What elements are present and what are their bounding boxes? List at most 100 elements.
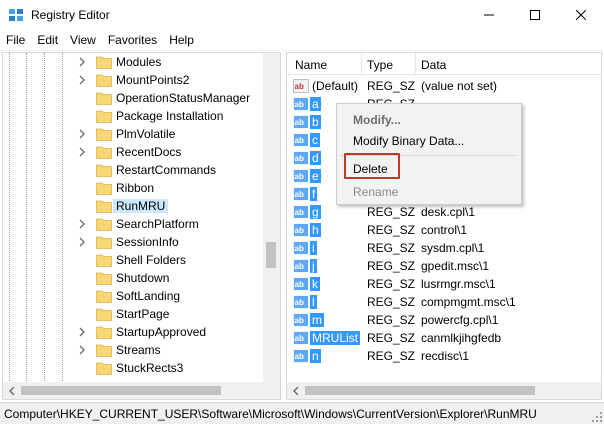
tree-item-label: PlmVolatile <box>116 127 176 141</box>
value-type: REG_SZ <box>367 331 416 345</box>
close-button[interactable] <box>558 0 604 30</box>
value-name: f <box>310 187 318 201</box>
value-row[interactable]: ab k REG_SZ lusrmgr.msc\1 <box>287 275 601 293</box>
chevron-right-icon[interactable] <box>77 236 87 248</box>
tree-item[interactable]: RestartCommands <box>3 161 265 179</box>
tree-vscroll-thumb[interactable] <box>266 242 276 268</box>
value-row[interactable]: ab h REG_SZ control\1 <box>287 221 601 239</box>
menu-item-rename: Rename <box>353 185 399 199</box>
key-tree-pane[interactable]: Modules MountPoints2 OperationStatusManage… <box>2 52 281 400</box>
column-separator[interactable] <box>415 53 416 75</box>
chevron-right-icon[interactable] <box>77 326 87 338</box>
scroll-left-arrow[interactable] <box>287 382 304 399</box>
value-name: h <box>310 223 321 237</box>
maximize-button[interactable] <box>512 0 558 30</box>
chevron-right-icon[interactable] <box>77 128 87 140</box>
folder-icon <box>96 182 112 195</box>
tree-item[interactable]: RecentDocs <box>3 143 265 161</box>
string-value-icon: ab <box>293 223 309 237</box>
value-row[interactable]: ab m REG_SZ powercfg.cpl\1 <box>287 311 601 329</box>
tree-vertical-scrollbar[interactable] <box>263 53 280 399</box>
tree-item-label: SearchPlatform <box>116 217 199 231</box>
tree-item-label: Shell Folders <box>116 253 187 267</box>
list-horizontal-scrollbar[interactable] <box>287 382 601 399</box>
chevron-right-icon[interactable] <box>77 146 87 158</box>
tree-item-label: SessionInfo <box>116 235 179 249</box>
tree-item[interactable]: StuckRects3 <box>3 359 265 377</box>
svg-text:ab: ab <box>295 208 304 217</box>
string-value-icon: ab <box>293 259 309 273</box>
menu-help[interactable]: Help <box>163 30 200 50</box>
menu-view[interactable]: View <box>64 30 102 50</box>
value-type: REG_SZ <box>367 295 416 309</box>
svg-text:ab: ab <box>295 136 304 145</box>
value-name: c <box>310 133 320 147</box>
folder-icon <box>96 344 112 357</box>
value-row[interactable]: ab n REG_SZ recdisc\1 <box>287 347 601 365</box>
svg-text:ab: ab <box>295 154 304 163</box>
tree-item[interactable]: Package Installation <box>3 107 265 125</box>
chevron-right-icon[interactable] <box>77 218 87 230</box>
window-title: Registry Editor <box>31 8 110 22</box>
tree-item[interactable]: StartupApproved <box>3 323 265 341</box>
value-name: MRUList <box>310 331 361 345</box>
menu-favorites[interactable]: Favorites <box>102 30 163 50</box>
value-row[interactable]: ab (Default) REG_SZ (value not set) <box>287 77 601 95</box>
tree-item[interactable]: Shutdown <box>3 269 265 287</box>
chevron-right-icon[interactable] <box>77 56 87 68</box>
tree-item[interactable]: Streams <box>3 341 265 359</box>
menu-item-modify[interactable]: Modify... <box>353 113 401 127</box>
value-row[interactable]: ab j REG_SZ gpedit.msc\1 <box>287 257 601 275</box>
menu-file[interactable]: File <box>0 30 31 50</box>
column-type-header[interactable]: Type <box>367 58 393 72</box>
value-row[interactable]: ab g REG_SZ desk.cpl\1 <box>287 203 601 221</box>
tree-item[interactable]: Ribbon <box>3 179 265 197</box>
status-bar: Computer\HKEY_CURRENT_USER\Software\Micr… <box>0 402 604 424</box>
svg-text:ab: ab <box>295 190 304 199</box>
tree-item[interactable]: RunMRU <box>3 197 265 215</box>
value-data: gpedit.msc\1 <box>421 259 490 273</box>
minimize-button[interactable] <box>466 0 512 30</box>
svg-text:ab: ab <box>295 100 304 109</box>
context-menu: Modify... Modify Binary Data... Delete R… <box>336 103 522 205</box>
tree-item[interactable]: SearchPlatform <box>3 215 265 233</box>
tree-item[interactable]: SoftLanding <box>3 287 265 305</box>
column-separator[interactable] <box>361 53 362 75</box>
tree-item[interactable]: MountPoints2 <box>3 71 265 89</box>
value-name: e <box>310 169 321 183</box>
string-value-icon: ab <box>293 241 309 255</box>
menu-edit[interactable]: Edit <box>31 30 64 50</box>
tree-hscroll-thumb[interactable] <box>21 386 221 395</box>
resize-grip-icon[interactable] <box>592 412 602 422</box>
menu-item-modify-binary[interactable]: Modify Binary Data... <box>353 134 464 148</box>
tree-item[interactable]: PlmVolatile <box>3 125 265 143</box>
tree-item-label: Modules <box>116 55 162 69</box>
value-row[interactable]: ab MRUList REG_SZ canmlkjihgfedb <box>287 329 601 347</box>
folder-icon <box>96 254 112 267</box>
value-row[interactable]: ab i REG_SZ sysdm.cpl\1 <box>287 239 601 257</box>
scroll-left-arrow[interactable] <box>3 382 20 399</box>
tree-item-label: StartPage <box>116 307 170 321</box>
folder-icon <box>96 74 112 87</box>
tree-item[interactable]: Shell Folders <box>3 251 265 269</box>
tree-item[interactable]: SessionInfo <box>3 233 265 251</box>
value-row[interactable]: ab l REG_SZ compmgmt.msc\1 <box>287 293 601 311</box>
chevron-right-icon[interactable] <box>77 344 87 356</box>
column-data-header[interactable]: Data <box>421 58 446 72</box>
title-bar[interactable]: Registry Editor <box>0 0 604 30</box>
tree-item-label: Streams <box>116 343 161 357</box>
string-value-icon: ab <box>293 349 309 363</box>
svg-text:ab: ab <box>295 244 304 253</box>
tree-item[interactable]: OperationStatusManager <box>3 89 265 107</box>
tree-item[interactable]: StartPage <box>3 305 265 323</box>
tree-item-label: StartupApproved <box>116 325 207 339</box>
list-hscroll-thumb[interactable] <box>305 386 535 395</box>
folder-icon <box>96 164 112 177</box>
svg-text:ab: ab <box>295 262 304 271</box>
value-name: m <box>310 313 324 327</box>
tree-item[interactable]: Modules <box>3 53 265 71</box>
tree-horizontal-scrollbar[interactable] <box>3 382 280 399</box>
column-name-header[interactable]: Name <box>295 58 327 72</box>
delete-highlight-box <box>344 153 400 179</box>
chevron-right-icon[interactable] <box>77 74 87 86</box>
